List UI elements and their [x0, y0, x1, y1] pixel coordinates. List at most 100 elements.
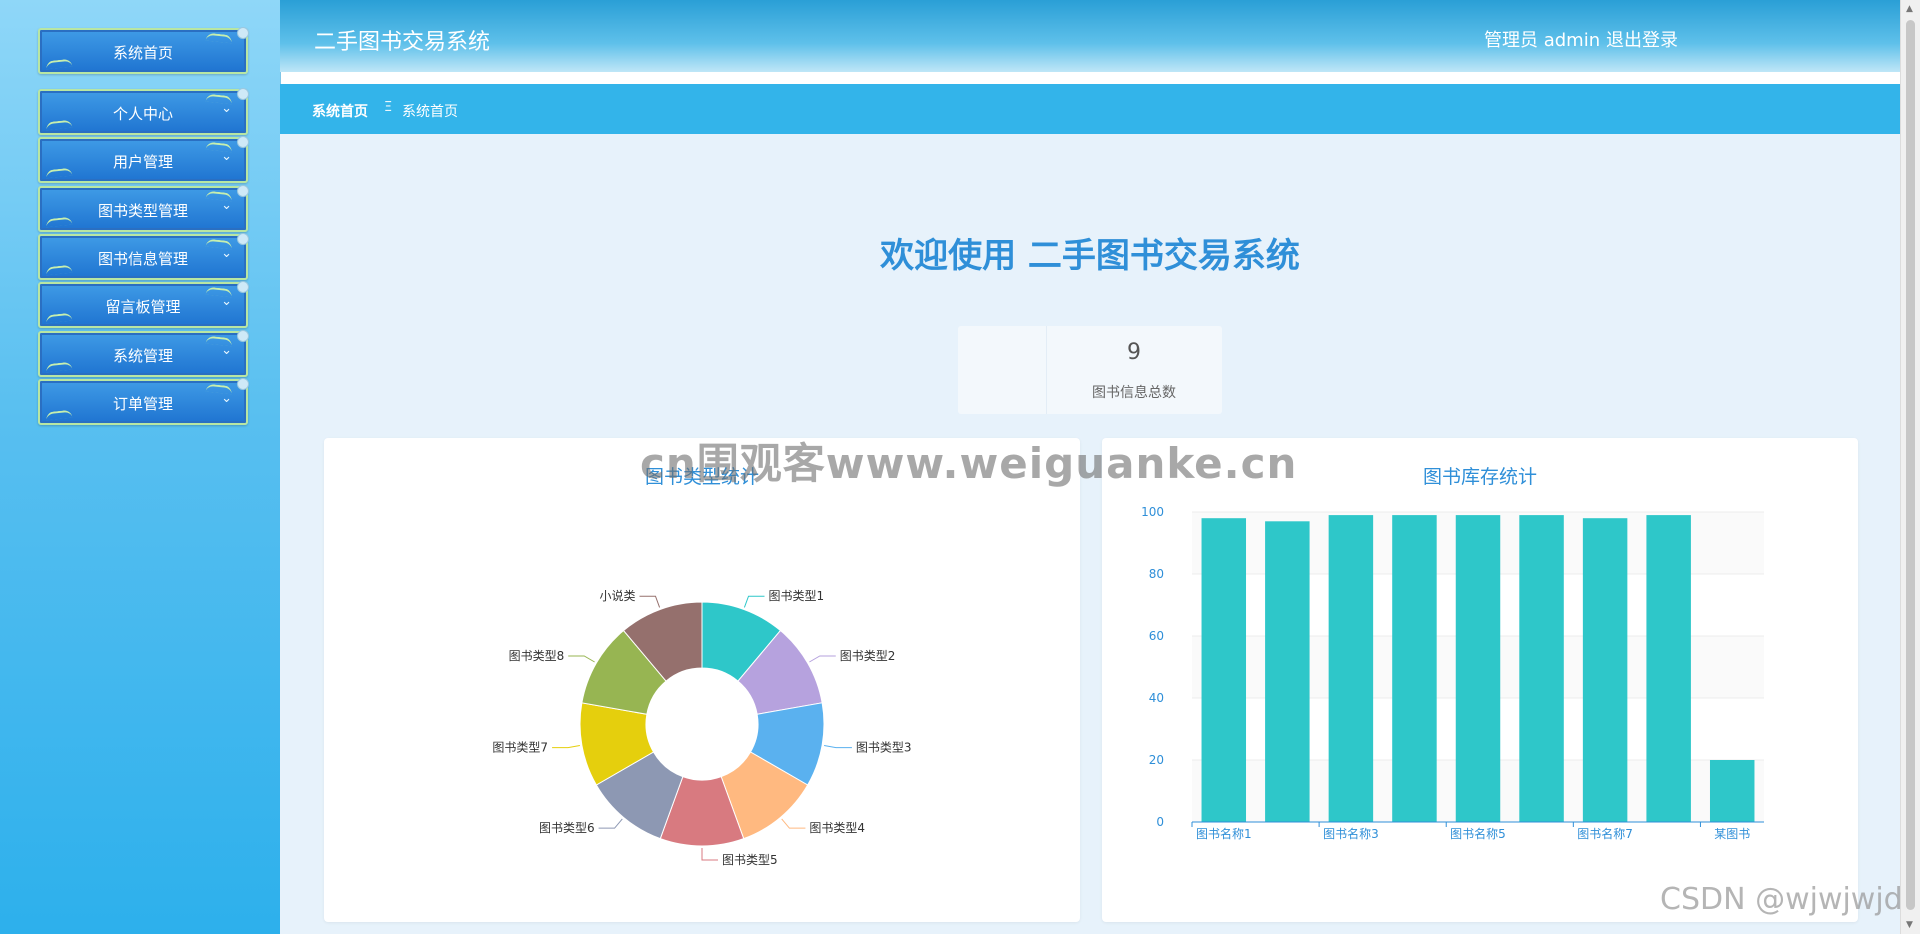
stat-icon-area	[958, 326, 1047, 414]
bar	[1392, 515, 1437, 822]
ornament-left	[45, 264, 73, 276]
x-tick-label: 某图书	[1714, 827, 1750, 841]
sidebar-item-label: 图书信息管理	[97, 249, 188, 268]
ornament-knob	[237, 185, 249, 197]
bar	[1646, 515, 1691, 822]
chevron-down-icon: ⌄	[221, 101, 232, 116]
sidebar-item-label: 订单管理	[112, 394, 173, 413]
main-content: 欢迎使用 二手图书交易系统 9 图书信息总数 图书类型统计 图书类型1 图书类型2…	[280, 134, 1900, 934]
ornament-knob	[237, 233, 249, 245]
ornament-knob	[237, 330, 249, 342]
pie-label-line	[743, 595, 765, 608]
top-header: 二手图书交易系统 管理员 admin 退出登录	[280, 0, 1900, 72]
stat-card-book-total: 9 图书信息总数	[958, 326, 1222, 414]
breadcrumb-home[interactable]: 系统首页	[312, 101, 368, 121]
pie-label: 图书类型4	[809, 821, 865, 835]
pie-label-line	[824, 745, 852, 749]
logout-link[interactable]: 退出登录	[1606, 26, 1678, 52]
sidebar-item-personal-center[interactable]: 个人中心 ⌄	[38, 88, 249, 135]
bar	[1265, 521, 1310, 822]
x-tick-label: 图书名称7	[1577, 826, 1633, 841]
pie-label-line	[639, 595, 661, 608]
pie-label-line	[552, 745, 580, 749]
sidebar-item-book-info-management[interactable]: 图书信息管理 ⌄	[38, 233, 249, 280]
ornament-left	[45, 312, 73, 324]
bar	[1519, 515, 1564, 822]
breadcrumb-separator-icon: Ξ	[384, 100, 393, 115]
chevron-down-icon: ⌄	[221, 198, 232, 213]
pie-label-line	[568, 655, 595, 663]
pie-label: 图书类型1	[769, 589, 825, 603]
sidebar-item-label: 系统管理	[112, 346, 173, 365]
chevron-down-icon: ⌄	[221, 391, 232, 406]
ornament-left	[45, 361, 73, 373]
x-tick-label: 图书名称3	[1323, 826, 1379, 841]
app-root: 系统首页 个人中心 ⌄ 用户管理 ⌄ 图书类型管理 ⌄ 图书信息管理 ⌄ 留言板…	[0, 0, 1920, 934]
stat-value: 9	[1127, 340, 1141, 365]
sidebar-item-label: 图书类型管理	[97, 201, 188, 220]
stat-caption: 图书信息总数	[1092, 385, 1176, 401]
sidebar-item-home[interactable]: 系统首页	[38, 27, 249, 74]
y-tick-label: 60	[1149, 629, 1164, 643]
pie-label: 图书类型8	[509, 649, 565, 663]
pie-label-line	[701, 848, 718, 861]
ornament-knob	[237, 136, 249, 148]
bar	[1582, 518, 1628, 822]
y-tick-label: 100	[1141, 505, 1164, 519]
bar	[1328, 515, 1374, 822]
ornament-knob	[237, 27, 249, 39]
ornament-knob	[237, 378, 249, 390]
ornament-knob	[237, 88, 249, 100]
sidebar-item-book-type-management[interactable]: 图书类型管理 ⌄	[38, 185, 249, 232]
bar	[1709, 760, 1755, 822]
ornament-right	[205, 32, 233, 44]
chevron-down-icon: ⌄	[221, 149, 232, 164]
ornament-left	[45, 119, 73, 131]
pie-label: 小说类	[599, 588, 635, 603]
vertical-scrollbar[interactable]: ▲ ▼	[1900, 0, 1920, 934]
pie-chart-card: 图书类型统计 图书类型1 图书类型2 图书类型3 图书类型4 图书类型5 图书类型6 图书类…	[324, 438, 1080, 922]
chevron-down-icon: ⌄	[221, 246, 232, 261]
y-tick-label: 40	[1149, 691, 1164, 705]
y-tick-label: 20	[1149, 753, 1164, 767]
watermark-text: cn围观客www.weiguanke.cn	[640, 439, 1298, 488]
breadcrumb-current: 系统首页	[402, 104, 458, 120]
pie-chart: 图书类型1 图书类型2 图书类型3 图书类型4 图书类型5 图书类型6 图书类型7 图书类型8…	[492, 588, 912, 867]
pie-label: 图书类型3	[856, 741, 912, 755]
sidebar-item-label: 个人中心	[112, 104, 173, 123]
x-tick-label: 图书名称1	[1196, 826, 1252, 841]
y-tick-label: 0	[1156, 815, 1164, 829]
ornament-left	[45, 216, 73, 228]
pie-label-line	[781, 818, 806, 829]
sidebar-item-system-management[interactable]: 系统管理 ⌄	[38, 330, 249, 377]
chevron-down-icon: ⌄	[221, 294, 232, 309]
pie-label: 图书类型2	[840, 649, 896, 663]
y-tick-label: 80	[1149, 567, 1164, 581]
scroll-down-icon[interactable]: ▼	[1906, 920, 1913, 930]
current-user: 管理员 admin	[1484, 30, 1601, 51]
pie-label-line	[809, 655, 836, 663]
scroll-up-icon[interactable]: ▲	[1906, 4, 1913, 14]
chevron-down-icon: ⌄	[221, 343, 232, 358]
pie-label: 图书类型5	[722, 853, 778, 867]
breadcrumb: 系统首页 Ξ 系统首页	[280, 84, 1900, 134]
scrollbar-thumb[interactable]	[1906, 20, 1915, 910]
sidebar-item-label: 系统首页	[112, 43, 173, 62]
x-tick-label: 图书名称5	[1450, 826, 1506, 841]
sidebar-item-label: 留言板管理	[105, 297, 181, 316]
pie-label-line	[598, 818, 623, 829]
sidebar: 系统首页 个人中心 ⌄ 用户管理 ⌄ 图书类型管理 ⌄ 图书信息管理 ⌄ 留言板…	[0, 0, 281, 934]
sidebar-item-user-management[interactable]: 用户管理 ⌄	[38, 136, 249, 183]
pie-label: 图书类型6	[539, 821, 595, 835]
welcome-heading: 欢迎使用 二手图书交易系统	[880, 236, 1300, 276]
csdn-watermark: CSDN @wjwjwjd	[1660, 882, 1903, 917]
ornament-left	[45, 409, 73, 421]
ornament-knob	[237, 281, 249, 293]
pie-label: 图书类型7	[492, 741, 548, 755]
bar	[1201, 518, 1247, 822]
sidebar-item-order-management[interactable]: 订单管理 ⌄	[38, 378, 249, 425]
sidebar-item-message-board-management[interactable]: 留言板管理 ⌄	[38, 281, 249, 328]
bar	[1455, 515, 1501, 822]
bar-chart-card: 图书库存统计 0 20 40 60 80 100 图书名称1 图书名称3 图书名称5 图书名称7 某…	[1102, 438, 1858, 922]
app-title: 二手图书交易系统	[314, 30, 491, 55]
